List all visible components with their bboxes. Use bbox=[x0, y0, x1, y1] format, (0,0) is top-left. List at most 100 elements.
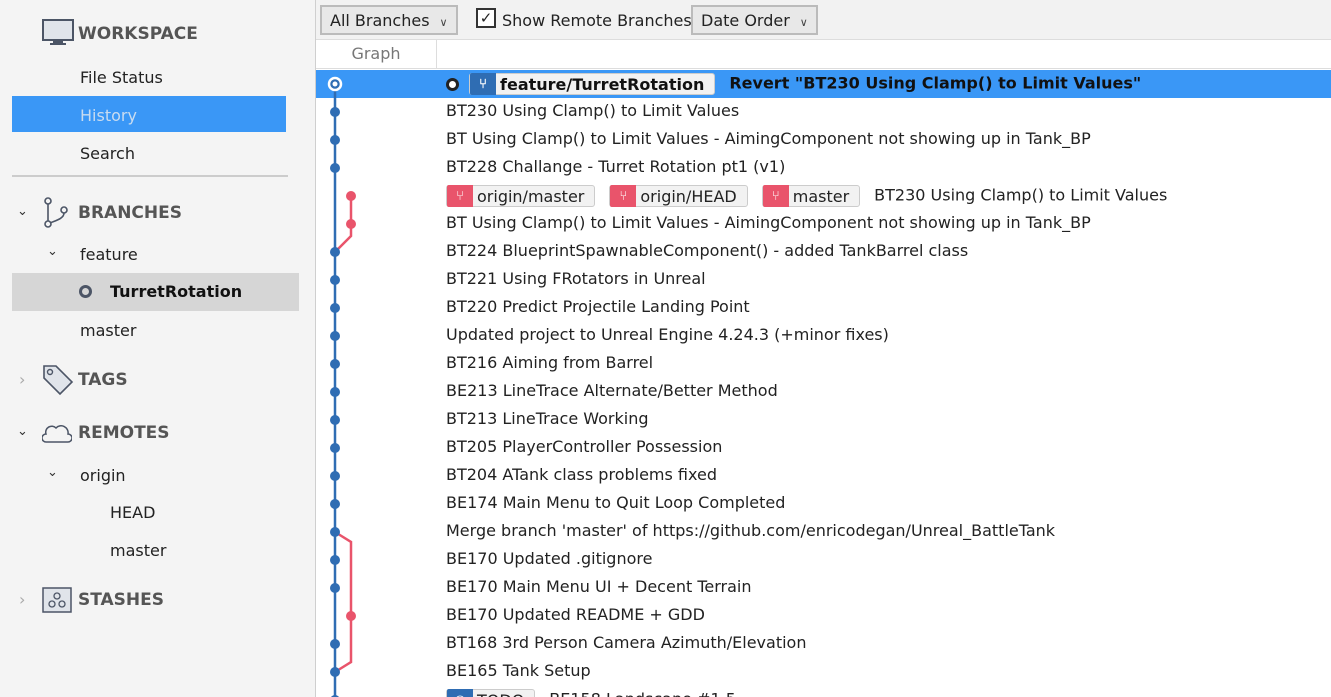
ref-tag[interactable]: ⑂ feature/TurretRotation bbox=[469, 73, 716, 95]
graph-node bbox=[346, 191, 356, 201]
graph-node-center bbox=[332, 81, 338, 87]
commit-message-cell: BT216 Aiming from Barrel bbox=[446, 353, 653, 372]
commit-row[interactable]: BE174 Main Menu to Quit Loop Completed bbox=[316, 490, 1331, 518]
show-remote-label[interactable]: Show Remote Branches bbox=[502, 11, 692, 30]
ref-tag[interactable]: ⑂ origin/HEAD bbox=[609, 185, 748, 207]
chevron-right-icon[interactable]: › bbox=[19, 370, 25, 389]
sidebar: WORKSPACE File Status History Search ⌄ B… bbox=[0, 0, 316, 697]
commit-row[interactable]: BT Using Clamp() to Limit Values - Aimin… bbox=[316, 126, 1331, 154]
commit-message-cell: ◎ TODO BE158 Landscape #1.5 bbox=[446, 689, 736, 697]
branches-header[interactable]: BRANCHES bbox=[78, 203, 182, 223]
commit-row[interactable]: BT224 BlueprintSpawnableComponent() - ad… bbox=[316, 238, 1331, 266]
commit-row[interactable]: BE213 LineTrace Alternate/Better Method bbox=[316, 378, 1331, 406]
graph-edge bbox=[334, 530, 353, 674]
commit-row[interactable]: BT228 Challange - Turret Rotation pt1 (v… bbox=[316, 154, 1331, 182]
commit-message-cell: BT224 BlueprintSpawnableComponent() - ad… bbox=[446, 241, 968, 260]
commit-message: BE170 Updated README + GDD bbox=[446, 605, 705, 624]
chevron-down-icon[interactable]: ⌄ bbox=[17, 424, 28, 439]
commit-row[interactable]: BT221 Using FRotators in Unreal bbox=[316, 266, 1331, 294]
sort-order-dropdown[interactable]: Date Order ∨ bbox=[691, 5, 818, 35]
commit-message-cell: ⑂ feature/TurretRotation Revert "BT230 Usi… bbox=[446, 73, 1141, 95]
sidebar-item-history[interactable]: History bbox=[12, 96, 286, 132]
ref-tag-label: origin/HEAD bbox=[640, 186, 737, 206]
chevron-down-icon[interactable]: ⌄ bbox=[17, 204, 28, 219]
commit-message: BT221 Using FRotators in Unreal bbox=[446, 269, 706, 288]
commit-row[interactable]: BT168 3rd Person Camera Azimuth/Elevatio… bbox=[316, 630, 1331, 658]
commit-row[interactable]: BT230 Using Clamp() to Limit Values bbox=[316, 98, 1331, 126]
remotes-header[interactable]: REMOTES bbox=[78, 423, 170, 443]
stashes-header[interactable]: STASHES bbox=[78, 590, 164, 610]
commit-message-cell: BT230 Using Clamp() to Limit Values bbox=[446, 101, 739, 120]
commit-message: BT168 3rd Person Camera Azimuth/Elevatio… bbox=[446, 633, 807, 652]
commit-row[interactable]: ⑂ origin/master ⑂ origin/HEAD ⑂ master BT230 U… bbox=[316, 182, 1331, 210]
commit-message: BE170 Updated .gitignore bbox=[446, 549, 653, 568]
chevron-right-icon[interactable]: › bbox=[19, 590, 25, 609]
commit-row[interactable]: BT205 PlayerController Possession bbox=[316, 434, 1331, 462]
commit-message-cell: BT204 ATank class problems fixed bbox=[446, 465, 717, 484]
commit-row[interactable]: BT Using Clamp() to Limit Values - Aimin… bbox=[316, 210, 1331, 238]
commit-row[interactable]: ◎ TODO BE158 Landscape #1.5 bbox=[316, 686, 1331, 697]
commit-message: Merge branch 'master' of https://github.… bbox=[446, 521, 1056, 540]
chevron-down-icon: ∨ bbox=[799, 16, 808, 29]
chevron-down-icon[interactable]: ⌄ bbox=[47, 244, 58, 259]
commit-message-cell: BT228 Challange - Turret Rotation pt1 (v… bbox=[446, 157, 785, 176]
workspace-header: WORKSPACE bbox=[78, 24, 198, 44]
remote-branch-head[interactable]: HEAD bbox=[110, 503, 155, 522]
commit-row[interactable]: BE165 Tank Setup bbox=[316, 658, 1331, 686]
tags-header[interactable]: TAGS bbox=[78, 370, 128, 390]
commit-row[interactable]: Merge branch 'master' of https://github.… bbox=[316, 518, 1331, 546]
commit-message-cell: BE165 Tank Setup bbox=[446, 661, 591, 680]
commit-message: Updated project to Unreal Engine 4.24.3 … bbox=[446, 325, 889, 344]
commit-message-cell: BT168 3rd Person Camera Azimuth/Elevatio… bbox=[446, 633, 806, 652]
branch-item-master[interactable]: master bbox=[80, 321, 136, 340]
ref-tag[interactable]: ◎ TODO bbox=[446, 689, 536, 697]
graph-column-header[interactable]: Graph bbox=[316, 40, 437, 69]
graph-node bbox=[330, 583, 340, 593]
ref-tag[interactable]: ⑂ master bbox=[761, 185, 861, 207]
show-remote-checkbox[interactable]: ✓ bbox=[476, 8, 496, 28]
commit-row[interactable]: BE170 Main Menu UI + Decent Terrain bbox=[316, 574, 1331, 602]
commit-message: BT204 ATank class problems fixed bbox=[446, 465, 717, 484]
branch-folder-feature[interactable]: feature bbox=[80, 245, 138, 264]
branch-filter-dropdown[interactable]: All Branches ∨ bbox=[320, 5, 458, 35]
graph-node bbox=[330, 359, 340, 369]
graph-node bbox=[330, 331, 340, 341]
commit-message-cell: BE170 Main Menu UI + Decent Terrain bbox=[446, 577, 751, 596]
sidebar-item-history-label: History bbox=[80, 106, 137, 125]
sidebar-item-file-status[interactable]: File Status bbox=[80, 68, 163, 87]
commit-row[interactable]: BT213 LineTrace Working bbox=[316, 406, 1331, 434]
commit-row[interactable]: BE170 Updated .gitignore bbox=[316, 546, 1331, 574]
commit-message: BE174 Main Menu to Quit Loop Completed bbox=[446, 493, 786, 512]
commit-message: BT216 Aiming from Barrel bbox=[446, 353, 654, 372]
remote-branch-master[interactable]: master bbox=[110, 541, 166, 560]
tag-icon bbox=[43, 365, 74, 396]
remote-origin[interactable]: origin bbox=[80, 466, 126, 485]
commit-row[interactable]: BT220 Predict Projectile Landing Point bbox=[316, 294, 1331, 322]
commit-message: BT Using Clamp() to Limit Values - Aimin… bbox=[446, 129, 1091, 148]
commit-message-cell: Merge branch 'master' of https://github.… bbox=[446, 521, 1055, 540]
chevron-down-icon[interactable]: ⌄ bbox=[47, 465, 58, 480]
branch-item-turret-rotation[interactable]: TurretRotation bbox=[12, 273, 299, 311]
commit-message-cell: BT Using Clamp() to Limit Values - Aimin… bbox=[446, 129, 1091, 148]
commit-message: BT230 Using Clamp() to Limit Values bbox=[446, 101, 740, 120]
current-branch-icon bbox=[79, 285, 92, 298]
commit-list: ⑂ feature/TurretRotation Revert "BT230 Usi… bbox=[316, 70, 1331, 697]
commit-row[interactable]: BT204 ATank class problems fixed bbox=[316, 462, 1331, 490]
graph-node bbox=[346, 611, 356, 621]
cloud-icon bbox=[42, 425, 72, 443]
commit-row[interactable]: Updated project to Unreal Engine 4.24.3 … bbox=[316, 322, 1331, 350]
monitor-icon bbox=[42, 19, 74, 45]
graph-node bbox=[330, 555, 340, 565]
chevron-down-icon: ∨ bbox=[439, 16, 448, 29]
commit-row[interactable]: ⑂ feature/TurretRotation Revert "BT230 Usi… bbox=[316, 70, 1331, 98]
commit-message-cell: BE170 Updated .gitignore bbox=[446, 549, 652, 568]
tag-icon: ◎ bbox=[447, 689, 473, 697]
commit-row[interactable]: BT216 Aiming from Barrel bbox=[316, 350, 1331, 378]
head-marker-icon bbox=[446, 77, 459, 91]
sidebar-item-search[interactable]: Search bbox=[80, 144, 135, 163]
commit-row[interactable]: BE170 Updated README + GDD bbox=[316, 602, 1331, 630]
commit-message-cell: BT213 LineTrace Working bbox=[446, 409, 649, 428]
ref-tag[interactable]: ⑂ origin/master bbox=[446, 185, 596, 207]
commit-message-cell: BE174 Main Menu to Quit Loop Completed bbox=[446, 493, 785, 512]
stash-icon bbox=[42, 587, 72, 613]
